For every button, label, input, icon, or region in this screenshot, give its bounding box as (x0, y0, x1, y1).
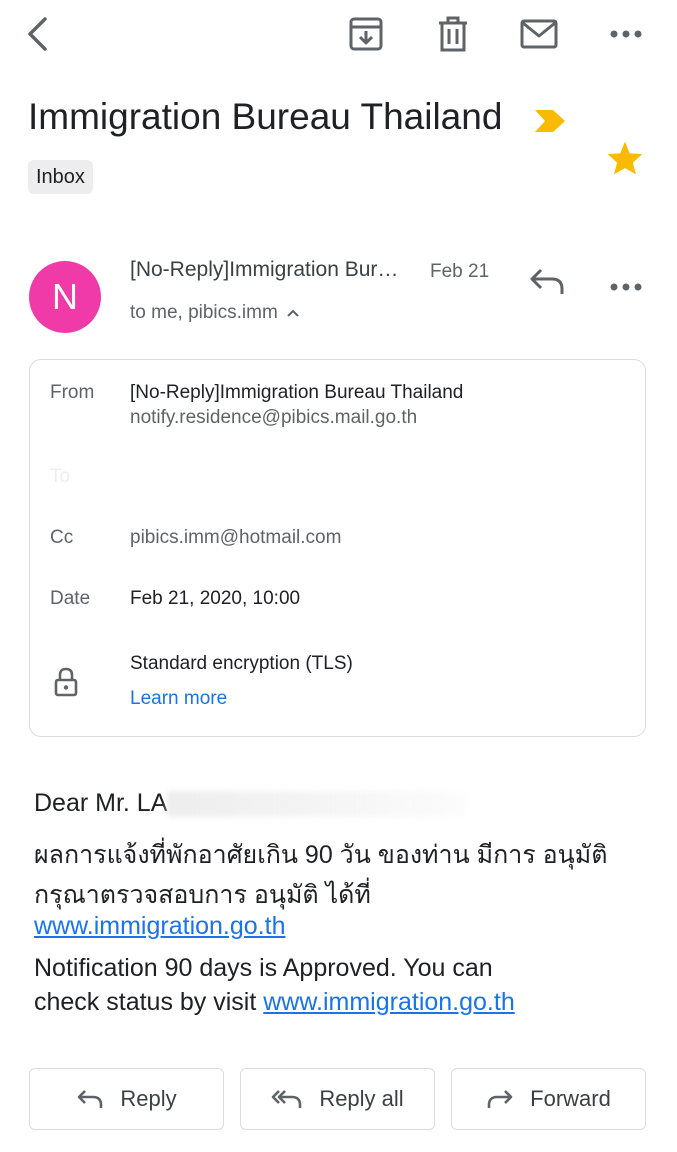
date-value: Feb 21, 2020, 10:00 (130, 588, 301, 609)
trash-icon[interactable] (433, 14, 473, 54)
back-arrow-icon[interactable] (18, 14, 58, 54)
greeting-text: Dear Mr. LA (34, 789, 168, 817)
greeting-line: Dear Mr. LA (34, 789, 468, 818)
reply-icon[interactable] (528, 266, 566, 301)
from-name: [No-Reply]Immigration Bureau Thailand (130, 382, 464, 403)
reply-arrow-icon (78, 1090, 103, 1108)
chevron-up-icon (287, 309, 299, 317)
message-more-icon[interactable] (610, 278, 642, 296)
recipients-text: to me, pibics.imm (130, 302, 278, 323)
date-label: Date (50, 588, 91, 609)
forward-button[interactable]: Forward (451, 1068, 646, 1130)
reply-button[interactable]: Reply (29, 1068, 224, 1130)
english-line-2-text: check status by visit (34, 988, 264, 1016)
mail-icon[interactable] (519, 14, 559, 54)
message-date: Feb 21 (430, 261, 490, 282)
more-horizontal-icon[interactable] (606, 14, 646, 54)
important-marker-icon[interactable] (533, 108, 567, 139)
recipients-toggle[interactable]: to me, pibics.imm (130, 302, 300, 324)
archive-icon[interactable] (346, 14, 386, 54)
learn-more-link[interactable]: Learn more (130, 688, 227, 710)
from-email: notify.residence@pibics.mail.go.th (130, 407, 418, 428)
cc-label: Cc (50, 527, 74, 548)
line-link-1: www.immigration.go.th (34, 912, 285, 941)
sender-avatar: N (29, 261, 101, 333)
immigration-link-1[interactable]: www.immigration.go.th (34, 912, 285, 940)
english-line-1: Notification 90 days is Approved. You ca… (34, 954, 493, 982)
english-line-2: check status by visit www.immigration.go… (34, 988, 515, 1017)
redacted-name (167, 791, 468, 818)
sender-name: [No-Reply]Immigration Bureau Thailand (130, 258, 400, 281)
thai-line-1: ผลการแจ้งที่พักอาศัยเกิน 90 วัน ของท่าน … (34, 841, 608, 869)
email-subject: Immigration Bureau Thailand (28, 96, 503, 137)
reply-all-icon (272, 1090, 302, 1108)
reply-all-label: Reply all (319, 1086, 404, 1111)
cc-value: pibics.imm@hotmail.com (130, 527, 342, 548)
immigration-link-2[interactable]: www.immigration.go.th (263, 988, 514, 1016)
thai-line-2: กรุณาตรวจสอบการ อนุมัติ ได้ที่ (34, 881, 371, 909)
star-icon[interactable] (606, 140, 644, 181)
forward-arrow-icon (487, 1090, 513, 1108)
encryption-text: Standard encryption (TLS) (130, 653, 353, 674)
inbox-label[interactable]: Inbox (28, 160, 93, 194)
reply-all-button[interactable]: Reply all (240, 1068, 435, 1130)
reply-label: Reply (120, 1086, 177, 1111)
forward-label: Forward (530, 1086, 611, 1111)
lock-icon (53, 667, 79, 702)
from-label: From (50, 382, 95, 403)
to-label: To (50, 466, 71, 487)
